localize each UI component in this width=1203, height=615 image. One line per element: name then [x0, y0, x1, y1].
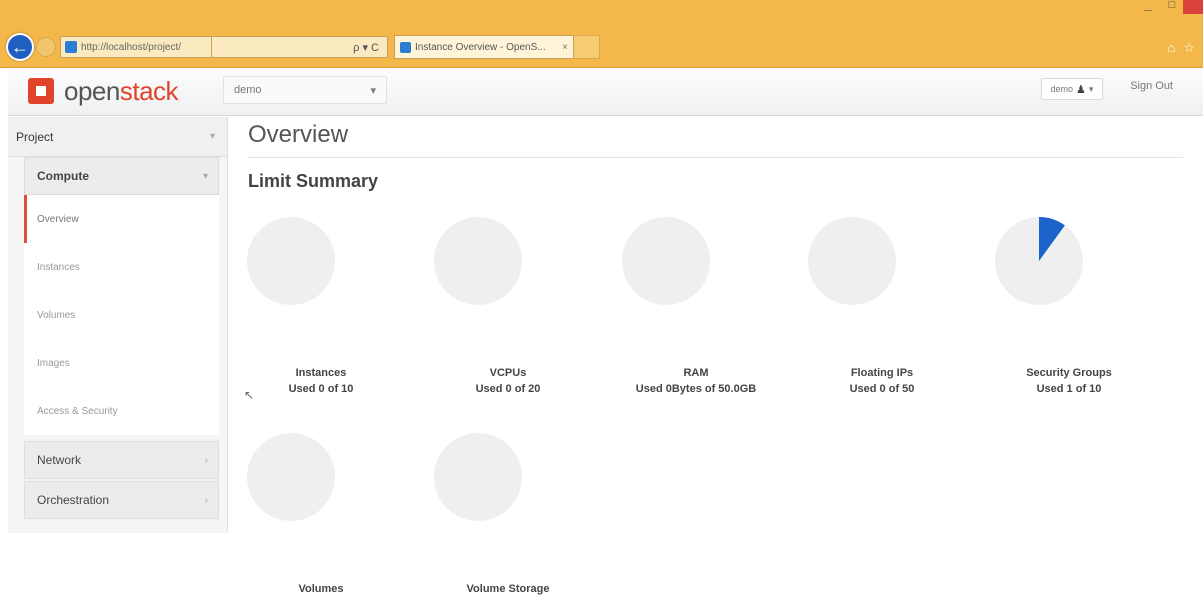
main-content: Overview Limit Summary Instances Used 0 o… [247, 117, 1188, 615]
tab-title: Instance Overview - OpenS... [415, 41, 546, 53]
pie-label-name: Instances [295, 367, 347, 379]
project-name: demo [234, 84, 262, 96]
pie-ram [622, 217, 710, 305]
browser-chrome: _ □ ← http://localhost/project/ ρ ▾ C In… [0, 0, 1203, 68]
sidebar-panel-project[interactable]: Project ▾ [8, 117, 227, 157]
sidebar: Project ▾ Compute ▾ Overview Instances V… [8, 117, 228, 533]
panel-label: Project [16, 129, 54, 144]
openstack-logo-icon [28, 78, 54, 104]
close-window-button[interactable] [1183, 0, 1203, 14]
sidebar-item-label: Overview [37, 213, 79, 225]
pie-security-groups [995, 217, 1083, 305]
home-icon[interactable]: ⌂ [1167, 40, 1175, 56]
sidebar-item-overview[interactable]: Overview [24, 195, 219, 243]
sidebar-item-label: Access & Security [37, 405, 118, 417]
pie-free-slice [434, 217, 522, 305]
pie-label: Instances Used 0 of 10 [231, 365, 411, 397]
pie-label: Volumes [231, 581, 411, 597]
address-bar[interactable]: http://localhost/project/ [60, 36, 212, 58]
mouse-cursor-icon: ↖ [244, 388, 255, 402]
brand-text: openstack [64, 76, 179, 106]
chevron-right-icon: › [204, 454, 208, 466]
pie-label-usage: Used 1 of 10 [1036, 383, 1102, 395]
pie-label-usage: Used 0 of 50 [849, 383, 915, 395]
back-arrow-icon[interactable]: ← [6, 33, 34, 61]
user-menu[interactable]: demo ♟ ▾ [1041, 78, 1103, 100]
chevron-down-icon: ▾ [209, 131, 215, 142]
page-title: Overview [248, 117, 1183, 158]
dashboard-label: Orchestration [37, 493, 110, 507]
tab-page-icon [400, 41, 411, 53]
sidebar-item-label: Volumes [37, 309, 76, 321]
minimize-button[interactable]: _ [1135, 0, 1161, 14]
pie-volumes [247, 433, 335, 521]
section-title: Limit Summary [248, 171, 379, 191]
pie-floating-ips [808, 217, 896, 305]
brand-open: open [64, 76, 120, 106]
pie-label-usage: Used 0 of 20 [475, 383, 541, 395]
openstack-header: openstack demo ▾ demo ♟ ▾ Sign Out [8, 68, 1203, 116]
pie-label-usage: Used 0 of 10 [288, 383, 354, 395]
window-controls: _ □ [1135, 0, 1203, 22]
sidebar-dashboard-orchestration[interactable]: Orchestration › [24, 481, 219, 519]
sign-out-link[interactable]: Sign Out [1130, 80, 1173, 92]
pie-label-name: Volumes [298, 583, 344, 595]
chevron-down-icon: ▾ [1088, 83, 1094, 94]
pie-free-slice [247, 433, 335, 521]
ie-page-icon [65, 41, 77, 53]
sidebar-item-instances[interactable]: Instances [24, 243, 219, 291]
pie-free-slice [808, 217, 896, 305]
chevron-down-icon: ▾ [202, 170, 208, 182]
sidebar-dashboard-network[interactable]: Network › [24, 441, 219, 479]
forward-button[interactable] [36, 37, 56, 57]
dashboard-label: Network [37, 453, 82, 467]
user-icon: ♟ [1076, 83, 1086, 96]
pie-label-name: Floating IPs [850, 367, 914, 379]
pie-label: VCPUs Used 0 of 20 [418, 365, 598, 397]
compute-nav-list: Overview Instances Volumes Images Access… [24, 195, 219, 435]
sidebar-item-volumes[interactable]: Volumes [24, 291, 219, 339]
pie-free-slice [247, 217, 335, 305]
browser-nav: ← http://localhost/project/ ρ ▾ C Instan… [6, 33, 600, 61]
search-refresh-icons: ρ ▾ C [353, 41, 379, 54]
user-name: demo [1050, 84, 1074, 94]
pie-label-name: Security Groups [1026, 367, 1112, 379]
favorites-star-icon[interactable]: ☆ [1183, 40, 1195, 56]
new-tab-button[interactable] [574, 35, 600, 59]
pie-label: Security Groups Used 1 of 10 [979, 365, 1159, 397]
sidebar-item-images[interactable]: Images [24, 339, 219, 387]
pie-free-slice [434, 433, 522, 521]
search-refresh-controls[interactable]: ρ ▾ C [212, 36, 388, 58]
sidebar-dashboard-compute[interactable]: Compute ▾ [24, 157, 219, 195]
browser-tab[interactable]: Instance Overview - OpenS... × [394, 35, 574, 59]
pie-label: RAM Used 0Bytes of 50.0GB [606, 365, 786, 397]
dashboard-label: Compute [37, 169, 89, 183]
browser-right-icons: ⌂ ☆ [1167, 40, 1195, 56]
pie-label: Volume Storage [418, 581, 598, 597]
brand-stack: stack [119, 76, 179, 106]
pie-free-slice [622, 217, 710, 305]
pie-instances [247, 217, 335, 305]
address-text: http://localhost/project/ [81, 41, 182, 53]
pie-label-name: RAM [683, 367, 709, 379]
pie-label: Floating IPs Used 0 of 50 [792, 365, 972, 397]
pie-label-name: Volume Storage [466, 583, 550, 595]
tab-close-icon[interactable]: × [562, 42, 568, 53]
pie-label-usage: Used 0Bytes of 50.0GB [635, 383, 757, 395]
maximize-button[interactable]: □ [1161, 0, 1183, 14]
brand-logo-link[interactable]: openstack [28, 76, 179, 106]
pie-volume-storage [434, 433, 522, 521]
sidebar-item-label: Images [37, 357, 70, 369]
pie-vcpus [434, 217, 522, 305]
sidebar-item-label: Instances [37, 261, 80, 273]
chevron-down-icon: ▾ [370, 84, 376, 97]
project-selector[interactable]: demo ▾ [223, 76, 387, 104]
chevron-right-icon: › [204, 494, 208, 506]
pie-label-name: VCPUs [489, 367, 527, 379]
sidebar-item-access-security[interactable]: Access & Security [24, 387, 219, 435]
